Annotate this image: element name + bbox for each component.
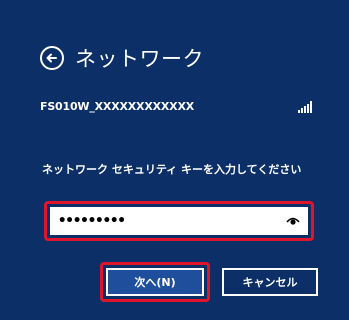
back-arrow-icon [46,53,57,63]
network-item: FS010W_XXXXXXXXXXXX [40,100,318,113]
password-value: ••••••••• [58,213,126,229]
back-button[interactable] [40,46,64,70]
next-button-highlight: 次へ(N) [100,262,210,302]
cancel-button[interactable]: キャンセル [222,268,318,296]
password-field-highlight: ••••••••• [44,201,314,241]
page-title: ネットワーク [75,47,204,71]
signal-strength-icon [298,100,312,113]
security-key-input[interactable]: ••••••••• [50,207,308,235]
wifi-connect-panel: ネットワーク FS010W_XXXXXXXXXXXX ネットワーク セキュリティ… [0,0,349,320]
header: ネットワーク [40,43,204,73]
security-key-label: ネットワーク セキュリティ キーを入力してください [42,163,302,176]
button-row: 次へ(N) キャンセル [100,262,318,302]
next-button[interactable]: 次へ(N) [106,268,204,296]
network-ssid: FS010W_XXXXXXXXXXXX [40,100,195,113]
eye-icon[interactable] [286,216,300,226]
